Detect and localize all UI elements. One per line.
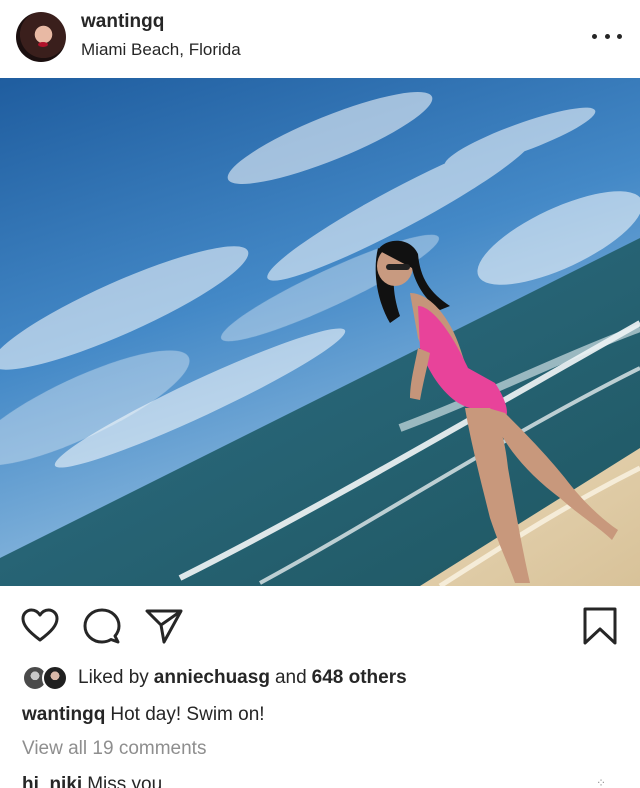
post-header: wantingq Miami Beach, Florida	[0, 0, 640, 78]
caption-username[interactable]: wantingq	[22, 704, 105, 725]
liker-avatars	[22, 664, 74, 692]
bookmark-icon[interactable]	[580, 606, 620, 646]
avatar[interactable]	[16, 12, 66, 62]
comment-username[interactable]: hi_niki	[22, 774, 82, 788]
post-location[interactable]: Miami Beach, Florida	[81, 40, 241, 60]
post-username[interactable]: wantingq	[81, 11, 164, 33]
comment-text: Miss you	[87, 774, 163, 788]
action-bar	[0, 586, 640, 662]
more-options-icon[interactable]	[592, 24, 622, 48]
send-paper-plane-icon[interactable]	[144, 606, 184, 646]
caption-text: Hot day! Swim on!	[110, 704, 265, 725]
view-all-comments-link[interactable]: View all 19 comments	[22, 738, 206, 760]
post-photo[interactable]	[0, 78, 640, 586]
comment-bubble-icon[interactable]	[82, 606, 122, 646]
avatar	[42, 665, 68, 691]
heart-icon[interactable]	[20, 606, 60, 646]
loading-icon: ⁘	[596, 776, 607, 788]
liker-username[interactable]: anniechuasg	[154, 667, 270, 689]
likes-summary[interactable]: Liked by anniechuasg and 648 others	[22, 664, 407, 692]
post-caption: wantingq Hot day! Swim on!	[22, 704, 265, 726]
comment-item: hi_niki Miss you	[22, 774, 162, 788]
likes-others-count[interactable]: 648 others	[312, 667, 407, 689]
likes-conjunction: and	[274, 667, 307, 688]
likes-prefix: Liked by	[78, 667, 149, 688]
